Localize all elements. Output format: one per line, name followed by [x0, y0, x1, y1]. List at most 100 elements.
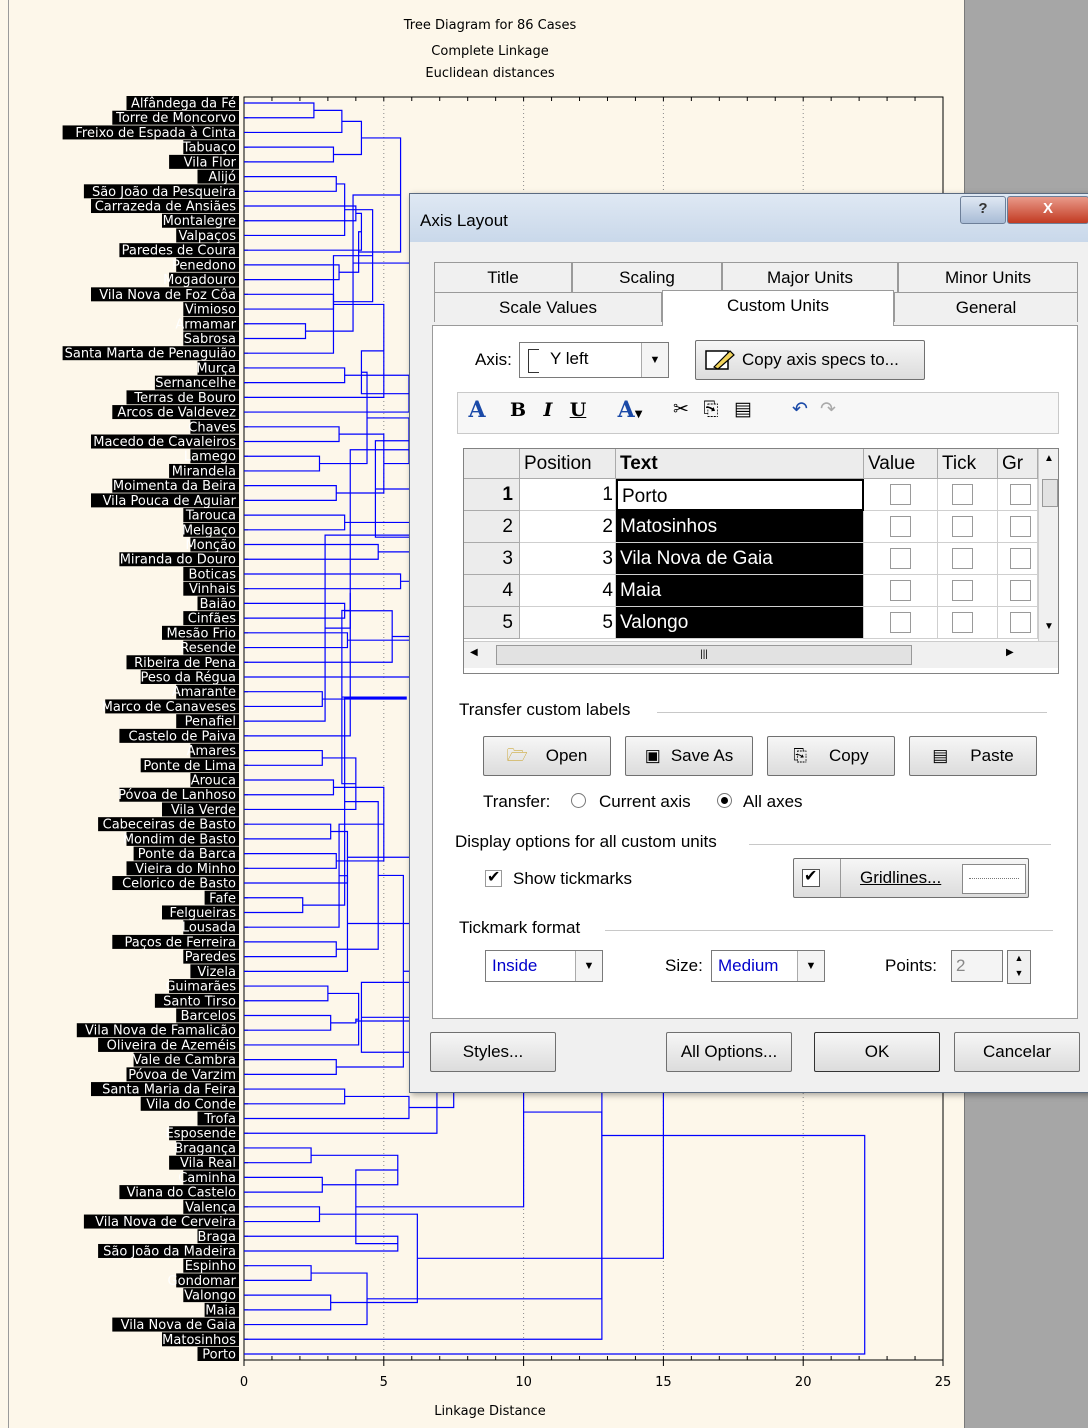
cell-tick[interactable]	[938, 511, 998, 543]
italic-icon[interactable]: I	[536, 393, 560, 427]
cell-gridline[interactable]	[998, 575, 1038, 607]
checkbox[interactable]	[952, 484, 973, 505]
checkbox[interactable]	[1010, 548, 1031, 569]
redo-icon[interactable]: ↷	[816, 393, 840, 427]
tab-scaling[interactable]: Scaling	[572, 262, 722, 292]
cell-gridline[interactable]	[998, 607, 1038, 639]
checkbox[interactable]	[1010, 612, 1031, 633]
close-button[interactable]: X	[1007, 196, 1088, 224]
cell-text[interactable]: Valongo	[616, 607, 864, 639]
cell-gridline[interactable]	[998, 511, 1038, 543]
scroll-down-icon[interactable]: ▼	[1039, 621, 1058, 632]
paste-button[interactable]: ▤ Paste	[909, 736, 1037, 776]
checkbox[interactable]	[890, 516, 911, 537]
current-axis-radio[interactable]	[571, 793, 586, 808]
points-input[interactable]: 2	[951, 950, 1003, 982]
tab-title[interactable]: Title	[434, 262, 572, 292]
checkbox[interactable]	[1010, 516, 1031, 537]
cell-value[interactable]	[864, 543, 938, 575]
cell-text[interactable]: Porto	[616, 479, 864, 511]
tab-general[interactable]: General	[894, 292, 1078, 322]
checkbox[interactable]	[952, 580, 973, 601]
leaf-label-text: Vila Nova de Foz Côa	[99, 288, 236, 303]
column-header-value[interactable]: Value	[864, 449, 938, 479]
leaf-label-text: Valença	[185, 1200, 236, 1215]
checkbox[interactable]	[952, 516, 973, 537]
gridlines-checkbox[interactable]: ✔	[802, 868, 820, 887]
cell-position[interactable]: 5	[520, 607, 616, 639]
copy-button[interactable]: ⎘ Copy	[767, 736, 895, 776]
points-spinner[interactable]: ▲ ▼	[1007, 950, 1031, 984]
scrollbar-thumb[interactable]	[1042, 479, 1058, 507]
all-axes-radio[interactable]	[717, 793, 732, 808]
checkbox[interactable]	[1010, 484, 1031, 505]
tab-minor-units[interactable]: Minor Units	[898, 262, 1078, 292]
paste-icon[interactable]: ▤	[728, 393, 758, 427]
scroll-left-icon[interactable]: ◀	[470, 647, 478, 658]
row-header[interactable]: 5	[464, 607, 520, 639]
checkbox[interactable]	[952, 612, 973, 633]
grid-vertical-scrollbar[interactable]: ▲ ▼	[1038, 449, 1058, 641]
checkbox[interactable]	[1010, 580, 1031, 601]
checkbox[interactable]	[890, 484, 911, 505]
copy-icon[interactable]: ⎘	[698, 393, 724, 427]
leaf-label-text: Vizela	[197, 965, 236, 980]
copy-axis-specs-button[interactable]: Copy axis specs to...	[695, 340, 925, 380]
cell-tick[interactable]	[938, 575, 998, 607]
checkbox[interactable]	[890, 612, 911, 633]
cell-value[interactable]	[864, 607, 938, 639]
column-header-text[interactable]: Text	[616, 449, 864, 479]
show-tickmarks-checkbox[interactable]: ✔	[485, 869, 502, 887]
cell-value[interactable]	[864, 479, 938, 511]
scrollbar-thumb-horizontal[interactable]: |||	[496, 645, 912, 665]
cell-value[interactable]	[864, 575, 938, 607]
scroll-up-icon[interactable]: ▲	[1039, 453, 1058, 464]
undo-icon[interactable]: ↶	[788, 393, 812, 427]
cell-text[interactable]: Matosinhos	[616, 511, 864, 543]
bold-icon[interactable]: B	[506, 393, 530, 427]
column-header-tick[interactable]: Tick	[938, 449, 998, 479]
scroll-right-icon[interactable]: ▶	[1006, 647, 1014, 658]
cell-text[interactable]: Maia	[616, 575, 864, 607]
checkbox[interactable]	[890, 548, 911, 569]
save-as-button[interactable]: ▣ Save As	[625, 736, 753, 776]
grid-horizontal-scrollbar[interactable]: ◀ ||| ▶	[464, 641, 1058, 668]
cell-gridline[interactable]	[998, 479, 1038, 511]
cell-tick[interactable]	[938, 479, 998, 511]
row-header[interactable]: 3	[464, 543, 520, 575]
underline-icon[interactable]: U	[566, 393, 590, 427]
cell-position[interactable]: 2	[520, 511, 616, 543]
font-icon[interactable]: A	[464, 393, 490, 427]
cell-text[interactable]: Vila Nova de Gaia	[616, 543, 864, 575]
cancel-button[interactable]: Cancelar	[954, 1032, 1080, 1072]
tab-scale-values[interactable]: Scale Values	[434, 292, 662, 322]
axis-select[interactable]: Y left ▼	[519, 342, 669, 378]
cell-position[interactable]: 3	[520, 543, 616, 575]
tickmark-style-select[interactable]: Inside ▼	[485, 950, 603, 982]
help-button[interactable]: ?	[960, 196, 1006, 224]
cell-gridline[interactable]	[998, 543, 1038, 575]
row-header[interactable]: 1	[464, 479, 520, 511]
cell-position[interactable]: 1	[520, 479, 616, 511]
cell-tick[interactable]	[938, 543, 998, 575]
open-button[interactable]: 🗁 Open	[483, 736, 611, 776]
column-header-gridline[interactable]: Gr	[998, 449, 1038, 479]
column-header-position[interactable]: Position	[520, 449, 616, 479]
tab-custom-units[interactable]: Custom Units	[662, 290, 894, 326]
gridlines-button[interactable]: ✔ Gridlines...	[793, 858, 1029, 898]
font-color-icon[interactable]: A▼	[610, 393, 650, 427]
cell-tick[interactable]	[938, 607, 998, 639]
cell-position[interactable]: 4	[520, 575, 616, 607]
checkbox[interactable]	[890, 580, 911, 601]
ok-button[interactable]: OK	[814, 1032, 940, 1072]
dialog-titlebar[interactable]: Axis Layout ? X	[410, 194, 1088, 242]
row-header[interactable]: 4	[464, 575, 520, 607]
row-header[interactable]: 2	[464, 511, 520, 543]
size-select[interactable]: Medium ▼	[711, 950, 825, 982]
all-options-button[interactable]: All Options...	[666, 1032, 792, 1072]
cut-icon[interactable]: ✂	[668, 393, 694, 427]
tab-major-units[interactable]: Major Units	[722, 262, 898, 292]
checkbox[interactable]	[952, 548, 973, 569]
styles-button[interactable]: Styles...	[430, 1032, 556, 1072]
cell-value[interactable]	[864, 511, 938, 543]
